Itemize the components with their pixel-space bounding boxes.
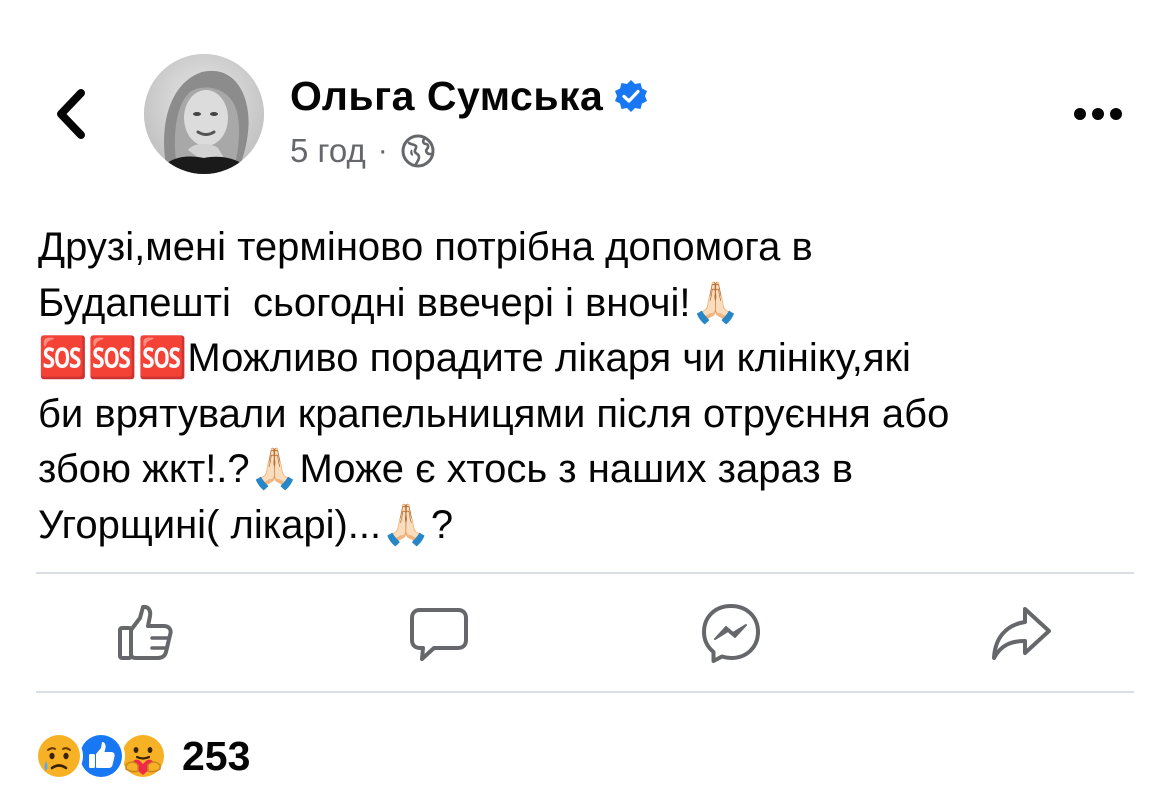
comment-bubble-icon [410, 608, 468, 661]
messenger-icon [702, 604, 760, 663]
author-photo [144, 54, 264, 174]
verified-badge-icon [613, 78, 649, 114]
post-text: Друзі,мені терміново потрібна допомога в… [38, 225, 950, 547]
more-options-button[interactable] [1066, 94, 1130, 134]
more-dot [1092, 108, 1104, 120]
more-dot [1110, 108, 1122, 120]
comment-button[interactable] [406, 600, 472, 666]
more-dot [1074, 108, 1086, 120]
post-meta: 5 год · [290, 130, 436, 172]
back-button[interactable] [46, 84, 96, 144]
divider [36, 572, 1134, 574]
reactions-summary[interactable]: 253 [34, 728, 250, 784]
author-avatar[interactable] [144, 54, 264, 174]
sad-reaction-icon [34, 731, 84, 781]
author-name[interactable]: Ольга Сумська [290, 73, 603, 120]
share-arrow-icon [992, 607, 1051, 660]
chevron-left-icon [57, 89, 85, 139]
share-button[interactable] [988, 600, 1054, 666]
post-time[interactable]: 5 год [290, 132, 366, 170]
thumbs-up-icon [118, 604, 173, 660]
divider [36, 691, 1134, 693]
meta-separator: · [377, 134, 388, 167]
messenger-share-button[interactable] [698, 600, 764, 666]
like-button[interactable] [112, 600, 178, 666]
globe-icon[interactable] [400, 133, 436, 169]
author-name-row: Ольга Сумська [290, 70, 649, 122]
reaction-count[interactable]: 253 [182, 733, 250, 780]
